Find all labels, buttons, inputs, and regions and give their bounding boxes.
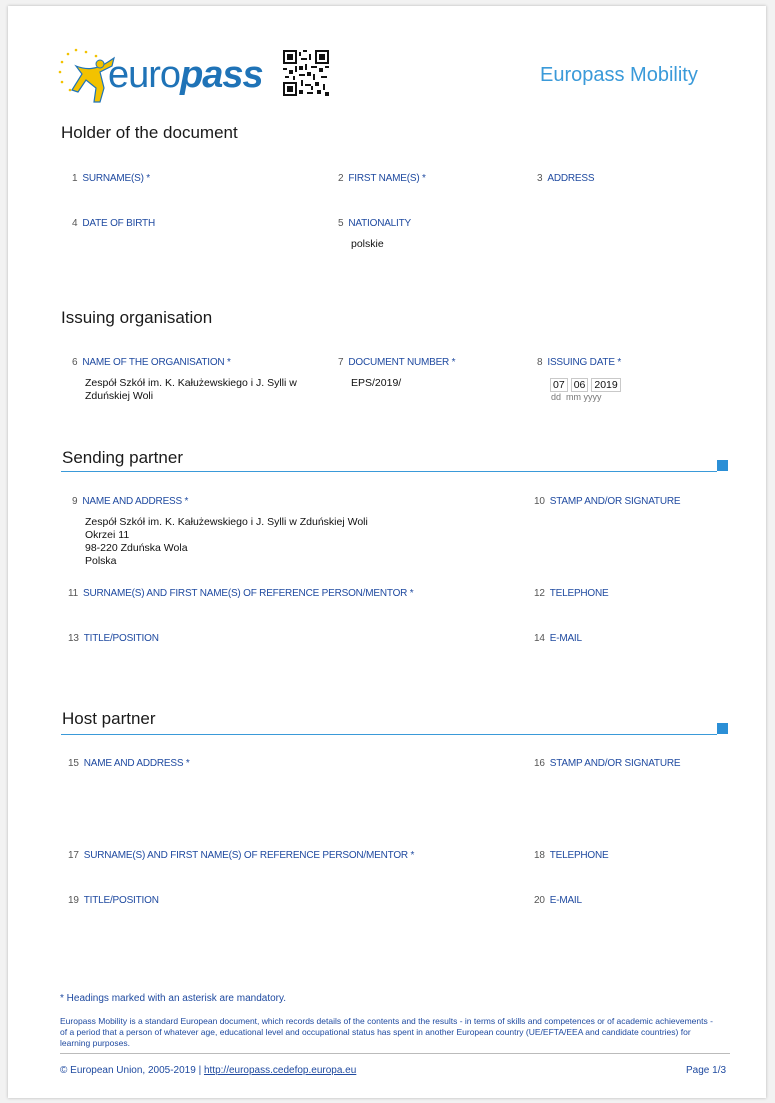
logo-text-euro: euro bbox=[108, 54, 181, 96]
field-label-sending-title: 13 TITLE/POSITION bbox=[68, 633, 159, 644]
section-marker-sending bbox=[717, 460, 728, 471]
issuing-date-inputs: 07 06 2019 bbox=[550, 375, 621, 393]
field-label-address: 3 ADDRESS bbox=[537, 173, 595, 184]
footer-rule bbox=[60, 1053, 730, 1054]
field-label-sending-telephone: 12 TELEPHONE bbox=[534, 588, 609, 599]
copyright-line: © European Union, 2005-2019 | http://eur… bbox=[60, 1065, 356, 1076]
field-label-sending-stamp: 10 STAMP AND/OR SIGNATURE bbox=[534, 496, 681, 507]
section-title-host: Host partner bbox=[62, 709, 156, 728]
field-value-document-number[interactable]: EPS/2019/ bbox=[351, 377, 401, 390]
field-label-organisation: 6 NAME OF THE ORGANISATION * bbox=[72, 357, 231, 368]
field-label-date-of-birth: 4 DATE OF BIRTH bbox=[72, 218, 155, 229]
mandatory-note: * Headings marked with an asterisk are m… bbox=[60, 993, 287, 1004]
field-label-first-name: 2 FIRST NAME(S) * bbox=[338, 173, 426, 184]
europass-link[interactable]: http://europass.cedefop.europa.eu bbox=[204, 1065, 356, 1076]
field-label-sending-email: 14 E-MAIL bbox=[534, 633, 582, 644]
date-format-hint: dd mm yyyy bbox=[551, 392, 602, 402]
field-label-host-mentor: 17 SURNAME(S) AND FIRST NAME(S) OF REFERE… bbox=[68, 850, 415, 861]
field-label-nationality: 5 NATIONALITY bbox=[338, 218, 411, 229]
section-marker-host bbox=[717, 723, 728, 734]
field-label-host-name-address: 15 NAME AND ADDRESS * bbox=[68, 758, 190, 769]
field-label-host-stamp: 16 STAMP AND/OR SIGNATURE bbox=[534, 758, 681, 769]
field-label-issuing-date: 8 ISSUING DATE * bbox=[537, 357, 622, 368]
field-label-surname: 1 SURNAME(S) * bbox=[72, 173, 150, 184]
date-year-input[interactable]: 2019 bbox=[591, 378, 621, 392]
field-value-nationality[interactable]: polskie bbox=[351, 238, 384, 251]
europass-description: Europass Mobility is a standard European… bbox=[60, 1016, 713, 1048]
field-label-host-email: 20 E-MAIL bbox=[534, 895, 582, 906]
section-title-holder: Holder of the document bbox=[61, 123, 238, 142]
copyright-text: © European Union, 2005-2019 | bbox=[60, 1065, 202, 1076]
page-number: Page 1/3 bbox=[686, 1065, 727, 1076]
section-rule-host bbox=[61, 734, 717, 735]
field-label-sending-name-address: 9 NAME AND ADDRESS * bbox=[72, 496, 189, 507]
field-label-host-title: 19 TITLE/POSITION bbox=[68, 895, 159, 906]
section-title-sending: Sending partner bbox=[62, 448, 183, 467]
date-day-input[interactable]: 07 bbox=[550, 378, 568, 392]
field-value-organisation[interactable]: Zespół Szkół im. K. Kałużewskiego i J. S… bbox=[85, 377, 335, 403]
document-type-title: Europass Mobility bbox=[540, 64, 698, 86]
section-title-issuing: Issuing organisation bbox=[61, 308, 213, 327]
field-label-sending-mentor: 11 SURNAME(S) AND FIRST NAME(S) OF REFERE… bbox=[68, 588, 414, 599]
document-page: europass Europass Mobility Holder of the… bbox=[8, 6, 766, 1098]
field-label-document-number: 7 DOCUMENT NUMBER * bbox=[338, 357, 456, 368]
date-month-input[interactable]: 06 bbox=[570, 378, 589, 392]
field-label-host-telephone: 18 TELEPHONE bbox=[534, 850, 609, 861]
logo-text-pass: pass bbox=[180, 54, 264, 96]
qr-code bbox=[283, 50, 329, 96]
europass-logo: europass bbox=[56, 44, 264, 106]
field-value-sending-name-address[interactable]: Zespół Szkół im. K. Kałużewskiego i J. S… bbox=[85, 516, 368, 568]
section-rule-sending bbox=[61, 471, 717, 472]
